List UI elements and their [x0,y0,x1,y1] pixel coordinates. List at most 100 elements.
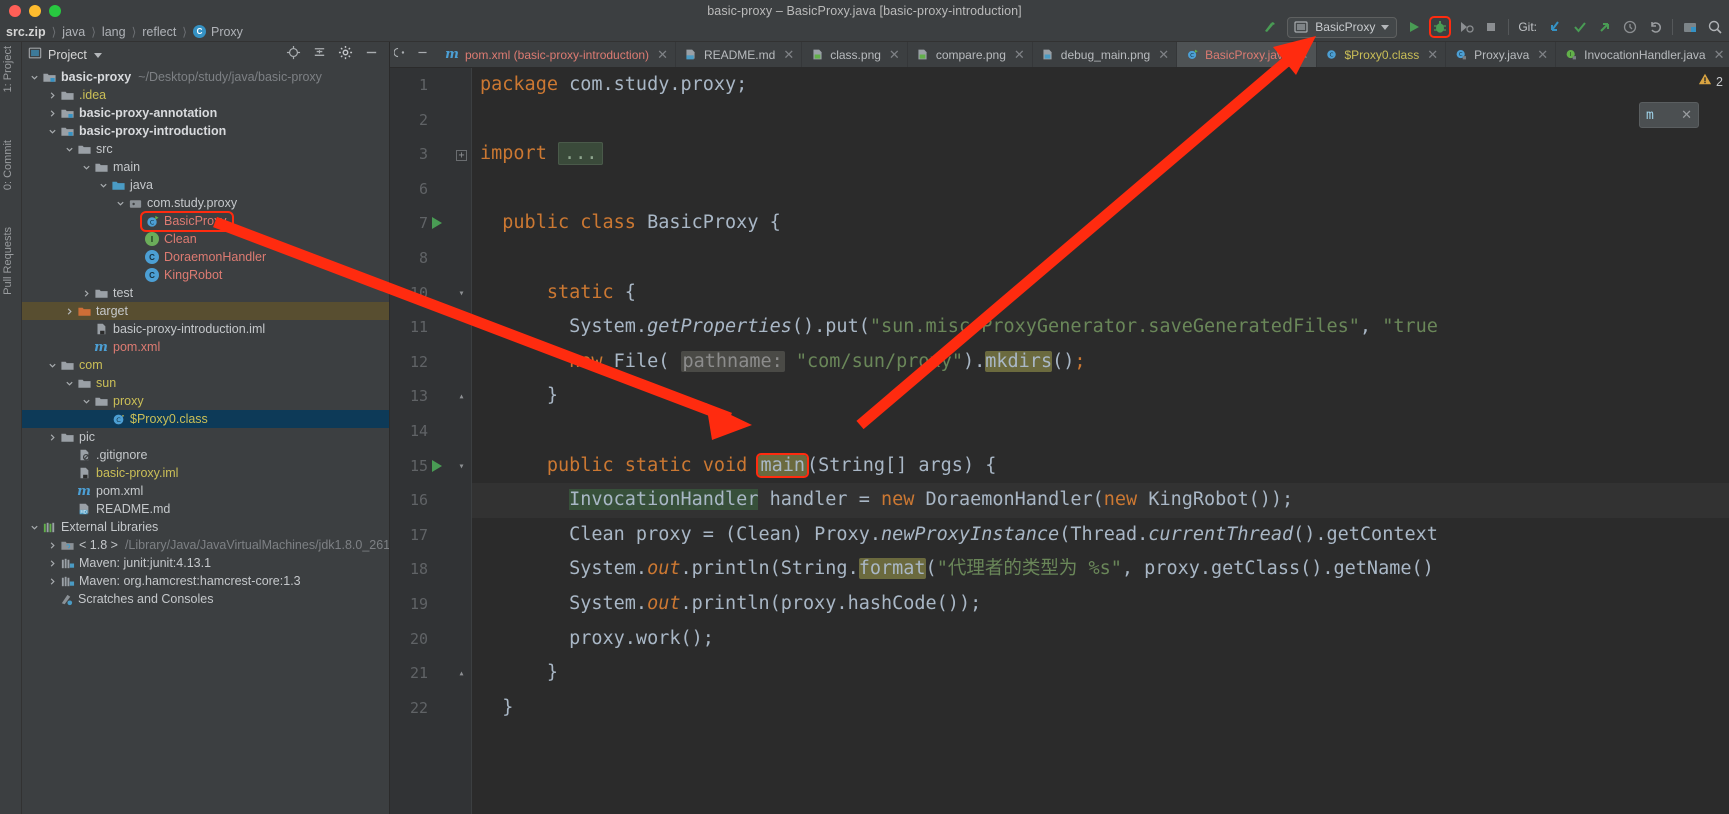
tab-proxy-java[interactable]: C Proxy.java ✕ [1446,42,1557,67]
code-line-21[interactable]: } [472,656,1729,691]
tree-item-src[interactable]: src [22,140,389,158]
tree-item-proxy-folder[interactable]: proxy [22,392,389,410]
code-line-19[interactable]: System.out.println(proxy.hashCode()); [472,587,1729,622]
chevron-down-icon[interactable] [46,127,59,136]
chevron-down-icon[interactable] [1381,24,1390,30]
tree-item-basic-proxy[interactable]: basic-proxy ~/Desktop/study/java/basic-p… [22,68,389,86]
tree-item-basic-proxy-annotation[interactable]: basic-proxy-annotation [22,104,389,122]
history-icon[interactable] [1622,19,1638,35]
code-editor[interactable]: 2 m ✕ 1 2 3 + 6 7 8 10 ▾ 11 12 13 ▴ 14 15 ▾ … [390,68,1729,814]
close-icon[interactable]: ✕ [1298,47,1309,63]
tree-item-basic-proxy-iml[interactable]: basic-proxy.iml [22,464,389,482]
breadcrumb-item-proxy[interactable]: Proxy [211,25,243,39]
tab-proxy0-class[interactable]: C $Proxy0.class ✕ [1317,42,1447,67]
code-line-12[interactable]: new File( pathname: "com/sun/proxy").mkd… [472,345,1729,380]
tree-item-maven-hamcrest[interactable]: Maven: org.hamcrest:hamcrest-core:1.3 [22,572,389,590]
locate-icon[interactable] [286,45,301,65]
chevron-down-icon[interactable] [80,397,93,406]
tree-item-main[interactable]: main [22,158,389,176]
code-line-3[interactable]: import ... [472,137,1729,172]
code-line-16[interactable]: InvocationHandler handler = new Doraemon… [472,483,1729,518]
breadcrumb-item-srczip[interactable]: src.zip [6,25,46,39]
tree-item-pic[interactable]: pic [22,428,389,446]
fold-expand-icon[interactable]: + [456,150,467,162]
code-line-8[interactable] [472,241,1729,276]
tree-item-com[interactable]: com [22,356,389,374]
tree-item-readme[interactable]: MD README.md [22,500,389,518]
breadcrumb-item-reflect[interactable]: reflect [142,25,176,39]
tree-item-pom-xml-root[interactable]: m pom.xml [22,482,389,500]
tree-item-sun[interactable]: sun [22,374,389,392]
code-content[interactable]: package com.study.proxy; import ... publ… [472,68,1729,814]
tab-readme-md[interactable]: README.md ✕ [676,42,803,67]
tree-item-proxy0-class[interactable]: C $Proxy0.class [22,410,389,428]
chevron-down-icon[interactable] [63,379,76,388]
tree-item-doraemonhandler[interactable]: C DoraemonHandler [22,248,389,266]
code-line-15[interactable]: public static void main (String[] args) { [472,449,1729,484]
code-line-2[interactable] [472,103,1729,138]
breadcrumb-item-lang[interactable]: lang [102,25,126,39]
run-configuration-selector[interactable]: BasicProxy [1287,16,1398,38]
project-tree[interactable]: basic-proxy ~/Desktop/study/java/basic-p… [22,68,389,814]
push-icon[interactable] [1597,19,1613,35]
close-icon[interactable]: ✕ [1714,47,1725,63]
tree-item-gitignore[interactable]: .gitignore [22,446,389,464]
chevron-right-icon[interactable] [46,559,59,568]
code-line-1[interactable]: package com.study.proxy; [472,68,1729,103]
close-icon[interactable]: ✕ [1537,47,1548,63]
tree-item-java[interactable]: java [22,176,389,194]
tree-item-package-comstudyproxy[interactable]: com.study.proxy [22,194,389,212]
run-with-coverage-icon[interactable] [1458,19,1474,35]
run-icon[interactable] [1406,19,1422,35]
code-line-18[interactable]: System.out.println(String.format("代理者的类型… [472,552,1729,587]
commit-icon[interactable] [1572,19,1588,35]
close-icon[interactable]: ✕ [889,47,900,63]
tree-item-maven-junit[interactable]: Maven: junit:junit:4.13.1 [22,554,389,572]
tab-basicproxy-java[interactable]: C BasicProxy.java ✕ [1177,42,1317,67]
editor-gutter[interactable]: 1 2 3 + 6 7 8 10 ▾ 11 12 13 ▴ 14 15 ▾ 16 17 … [390,68,472,814]
chevron-right-icon[interactable] [46,109,59,118]
code-line-7[interactable]: public class BasicProxy { [472,206,1729,241]
close-icon[interactable]: ✕ [1158,47,1169,63]
tree-item-test[interactable]: test [22,284,389,302]
tree-item-basicproxy[interactable]: C BasicProxy [22,210,389,232]
chevron-down-icon[interactable] [46,361,59,370]
close-icon[interactable]: ✕ [783,47,794,63]
chevron-right-icon[interactable] [80,289,93,298]
chevron-down-icon[interactable] [63,145,76,154]
close-icon[interactable]: ✕ [1427,47,1438,63]
tree-item-target[interactable]: target [22,302,389,320]
chevron-down-icon[interactable] [93,52,102,58]
chevron-right-icon[interactable] [46,91,59,100]
chevron-down-icon[interactable] [114,199,127,208]
tab-invocationhandler-java[interactable]: I InvocationHandler.java ✕ [1556,42,1729,67]
chevron-right-icon[interactable] [46,433,59,442]
collapse-all-icon[interactable] [312,45,327,65]
tree-item-jdk18[interactable]: < 1.8 > /Library/Java/JavaVirtualMachine… [22,536,389,554]
sidebar-item-commit[interactable]: 0: Commit [2,140,14,190]
close-icon[interactable]: ✕ [1681,107,1692,123]
tree-item-scratches-and-consoles[interactable]: Scratches and Consoles [22,590,389,608]
fold-collapse-icon[interactable]: ▾ [456,461,467,473]
search-icon[interactable] [1707,19,1723,35]
run-class-gutter-icon[interactable] [432,217,442,230]
close-icon[interactable]: ✕ [657,47,668,63]
hide-tabs-icon[interactable] [416,46,429,64]
fold-end-icon[interactable]: ▴ [456,669,467,680]
tab-class-png[interactable]: class.png ✕ [802,42,908,67]
code-line-13[interactable]: } [472,379,1729,414]
hide-panel-icon[interactable] [364,45,379,65]
folded-imports[interactable]: ... [557,142,604,166]
undo-icon[interactable] [1647,19,1663,35]
tree-item-pom-xml-introduction[interactable]: m pom.xml [22,338,389,356]
project-structure-icon[interactable] [1682,19,1698,35]
code-line-6[interactable] [472,172,1729,207]
code-line-11[interactable]: System.getProperties().put("sun.misc.Pro… [472,310,1729,345]
fold-end-icon[interactable]: ▴ [456,392,467,403]
build-icon[interactable] [1262,19,1278,35]
fold-collapse-icon[interactable]: ▾ [456,288,467,300]
chevron-down-icon[interactable] [28,73,41,82]
tree-item-external-libraries[interactable]: External Libraries [22,518,389,536]
run-main-gutter-icon[interactable] [432,459,442,472]
code-line-22[interactable]: } [472,691,1729,726]
